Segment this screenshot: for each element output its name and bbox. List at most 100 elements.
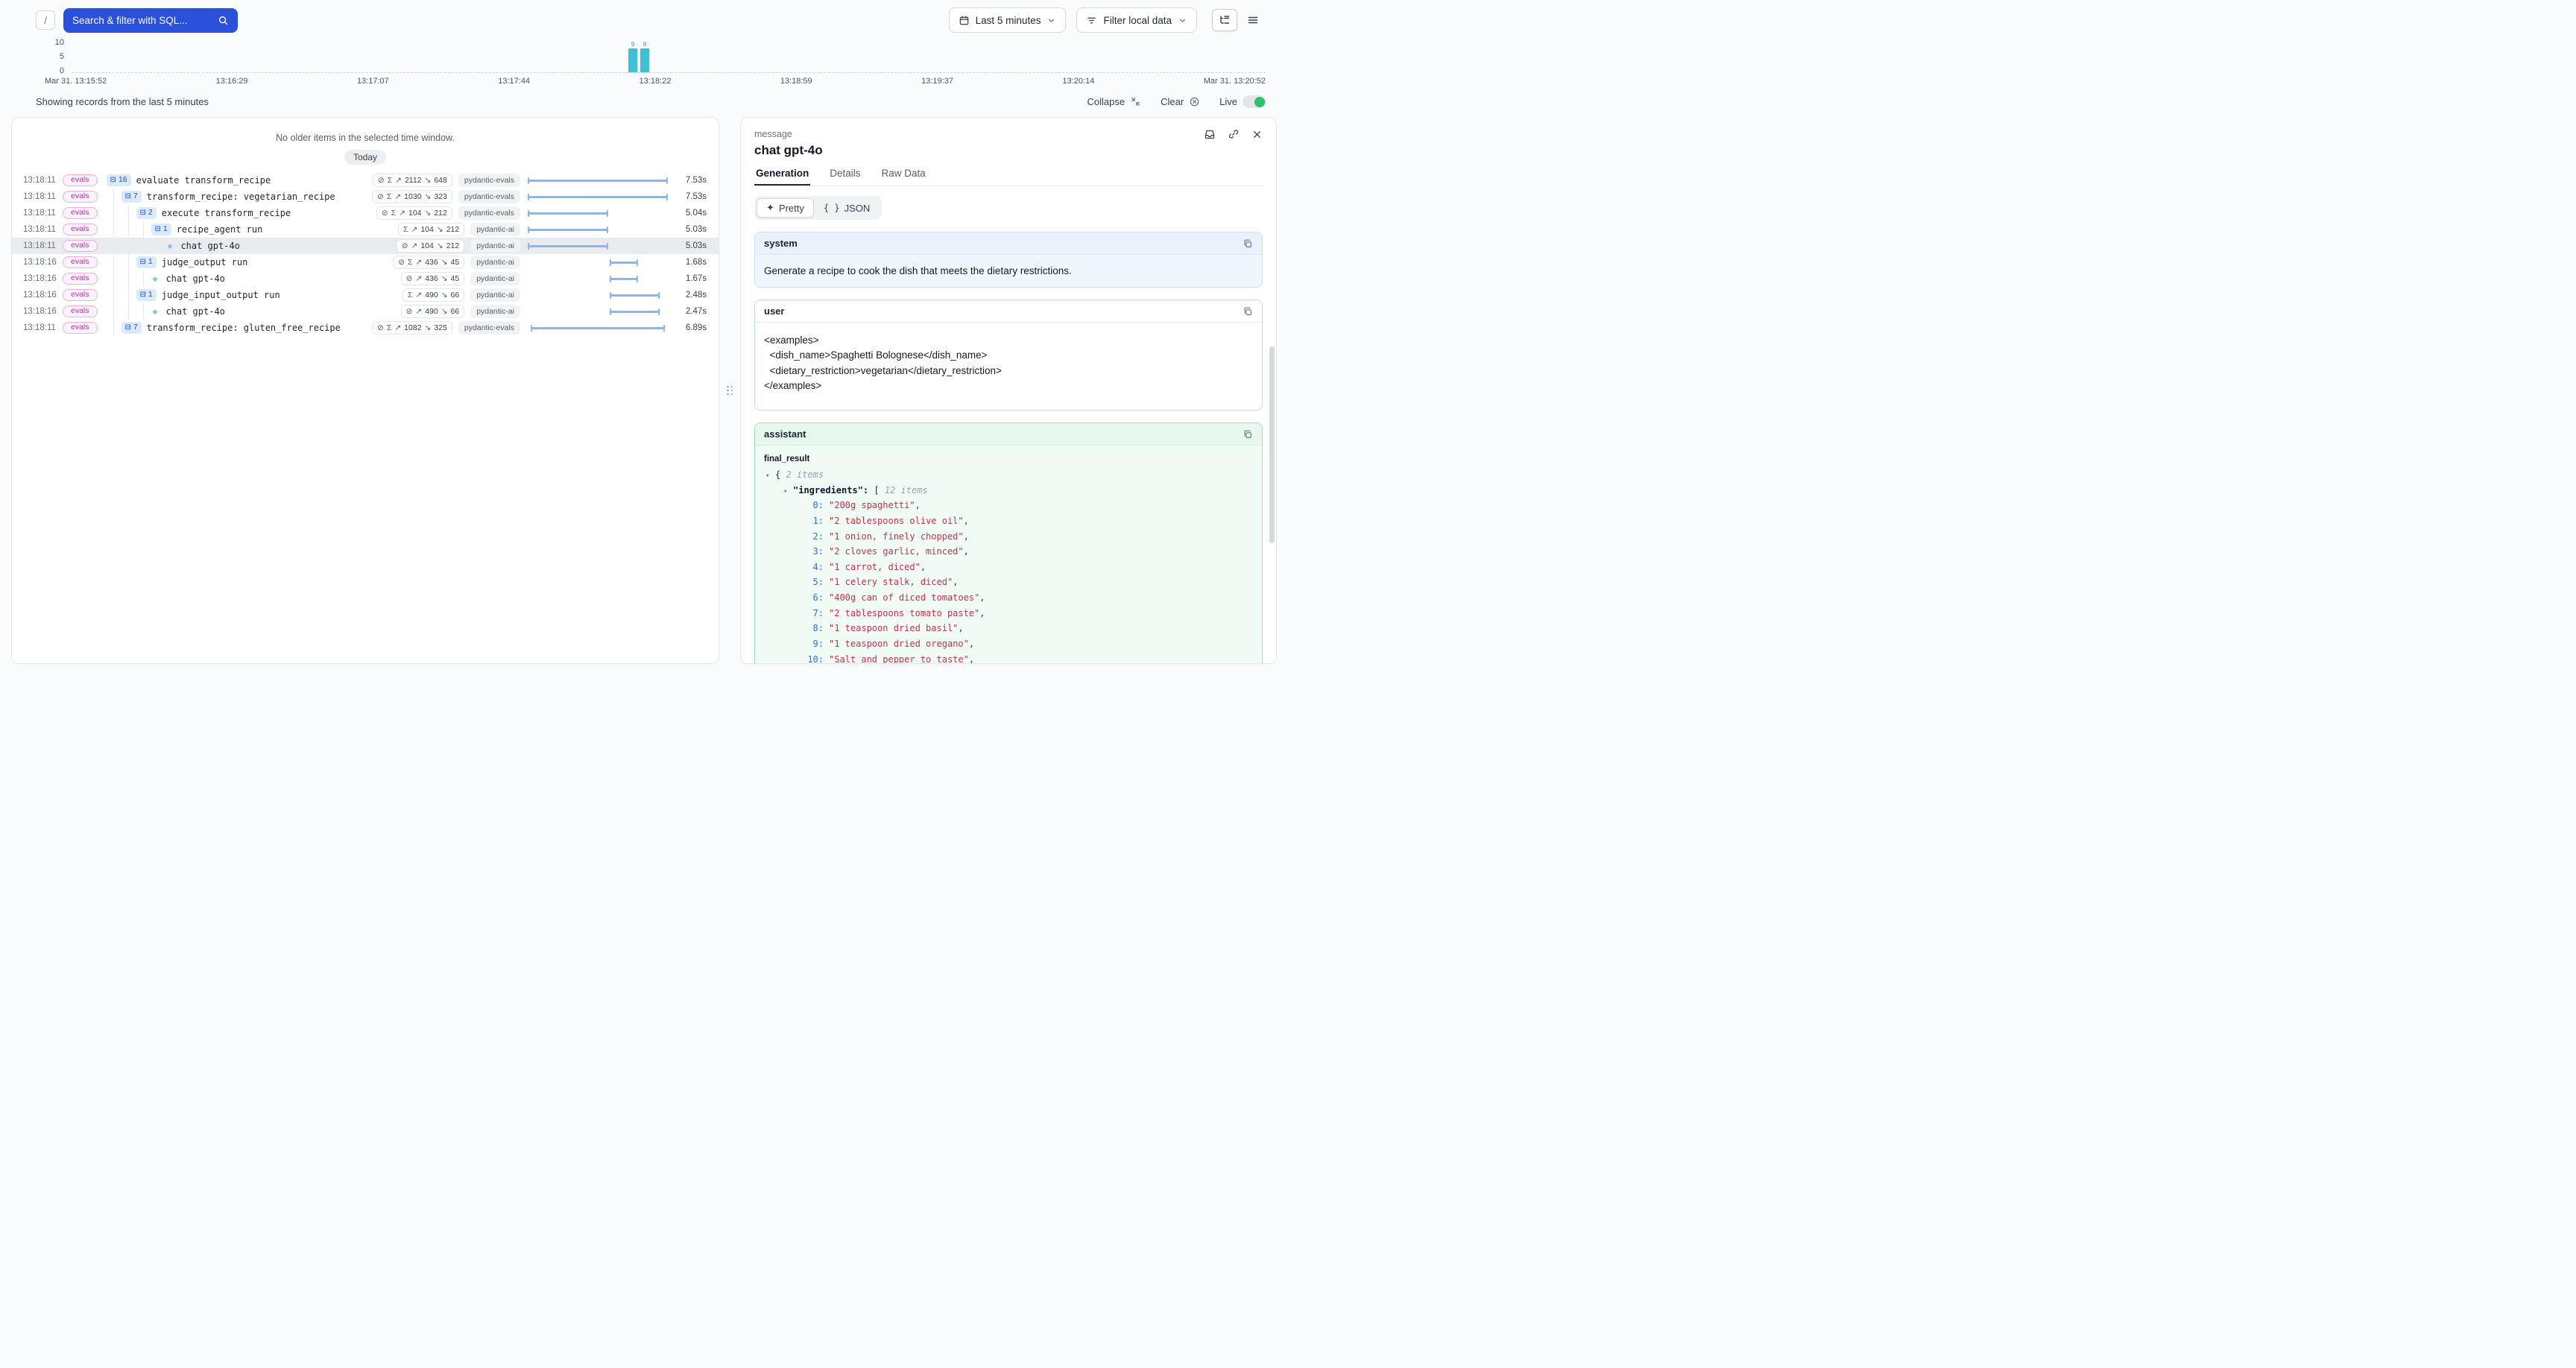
- json-array-item[interactable]: 1:"2 tablespoons olive oil",: [764, 513, 1253, 529]
- copy-button[interactable]: [1243, 238, 1253, 249]
- metrics-chip[interactable]: ⊘Σ↗1082↘325: [372, 321, 452, 335]
- metrics-chip[interactable]: ⊘↗436↘45: [401, 272, 465, 285]
- evals-badge[interactable]: evals: [63, 224, 98, 236]
- filter-icon: [1086, 15, 1097, 26]
- trace-row[interactable]: 13:18:11evals⊟2execute transform_recipe⊘…: [12, 205, 719, 221]
- json-array-item[interactable]: 10:"Salt and pepper to taste",: [764, 652, 1253, 665]
- comma: ,: [953, 577, 958, 587]
- span-count-badge[interactable]: ⊟7: [121, 191, 142, 202]
- metrics-chip[interactable]: Σ↗490↘66: [402, 288, 464, 302]
- json-array-item[interactable]: 5:"1 celery stalk, diced",: [764, 574, 1253, 590]
- resize-grip-handle[interactable]: [727, 386, 733, 396]
- json-array-item[interactable]: 9:"1 teaspoon dried oregano",: [764, 636, 1253, 652]
- metrics-chip[interactable]: ⊘↗104↘212: [397, 239, 465, 253]
- span-count-badge[interactable]: ⊟1: [136, 289, 157, 300]
- json-root-line[interactable]: ▾{ 2 items: [764, 467, 1253, 483]
- live-toggle-button[interactable]: Live: [1219, 95, 1266, 108]
- tab-raw-data[interactable]: Raw Data: [880, 168, 927, 186]
- row-timestamp: 13:18:11: [12, 192, 55, 201]
- evals-badge[interactable]: evals: [63, 240, 98, 253]
- keyboard-shortcut-button[interactable]: /: [36, 10, 55, 30]
- scrollbar-thumb[interactable]: [1269, 346, 1275, 543]
- tree-view-button[interactable]: [1212, 9, 1237, 31]
- filter-local-data-dropdown[interactable]: Filter local data: [1076, 7, 1197, 33]
- trace-row[interactable]: 13:18:11evals⊟7transform_recipe: vegetar…: [12, 189, 719, 205]
- x-tick-label: 13:17:07: [357, 77, 389, 86]
- trace-row[interactable]: 13:18:16evals⊟1judge_input_output runΣ↗4…: [12, 287, 719, 303]
- package-tag: pydantic-ai: [470, 239, 520, 253]
- close-details-button[interactable]: [1251, 129, 1263, 140]
- evals-badge[interactable]: evals: [63, 289, 98, 302]
- json-array-item[interactable]: 0:"200g spaghetti",: [764, 498, 1253, 513]
- row-meta: ⊘Σ↗1082↘325pydantic-evals: [372, 321, 520, 335]
- row-tree: ◆chat gpt-4o: [107, 270, 225, 287]
- trace-row[interactable]: 13:18:11evals⊟7transform_recipe: gluten_…: [12, 320, 719, 336]
- duration-bar[interactable]: [528, 229, 608, 231]
- duration-bar[interactable]: [528, 196, 668, 198]
- time-range-dropdown[interactable]: Last 5 minutes: [949, 7, 1067, 33]
- tree-guide-line: [107, 189, 121, 205]
- list-view-button[interactable]: [1240, 9, 1266, 31]
- duration-bar[interactable]: [610, 262, 638, 264]
- evals-badge[interactable]: evals: [63, 305, 98, 318]
- archive-button[interactable]: [1204, 128, 1216, 140]
- json-array-item[interactable]: 8:"1 teaspoon dried basil",: [764, 621, 1253, 636]
- day-separator-pill: Today: [344, 150, 386, 165]
- span-count-badge[interactable]: ⊟16: [107, 174, 131, 186]
- tab-details[interactable]: Details: [828, 168, 862, 186]
- json-key-line[interactable]: ▾"ingredients": [ 12 items: [764, 483, 1253, 498]
- duration-bar[interactable]: [531, 327, 666, 329]
- metrics-chip[interactable]: ⊘Σ↗2112↘648: [373, 174, 452, 187]
- json-array-item[interactable]: 6:"400g can of diced tomatoes",: [764, 590, 1253, 606]
- evals-badge[interactable]: evals: [63, 256, 98, 269]
- span-count-badge[interactable]: ⊟7: [121, 322, 142, 333]
- open-brace: {: [775, 469, 780, 480]
- evals-badge[interactable]: evals: [63, 191, 98, 203]
- duration-bar[interactable]: [610, 278, 638, 280]
- metrics-chip[interactable]: ⊘↗490↘66: [401, 305, 465, 318]
- search-input[interactable]: Search & filter with SQL...: [63, 8, 238, 33]
- copy-link-button[interactable]: [1228, 128, 1240, 140]
- collapse-button[interactable]: Collapse: [1087, 96, 1141, 107]
- pretty-view-button[interactable]: ✦ Pretty: [757, 198, 814, 218]
- metrics-chip[interactable]: Σ↗104↘212: [398, 223, 464, 236]
- json-array-item[interactable]: 4:"1 carrot, diced",: [764, 560, 1253, 575]
- json-array-item[interactable]: 2:"1 onion, finely chopped",: [764, 529, 1253, 545]
- filter-label: Filter local data: [1103, 15, 1172, 26]
- span-count-badge[interactable]: ⊟1: [136, 256, 157, 267]
- clear-button[interactable]: Clear: [1161, 96, 1200, 107]
- trace-row[interactable]: 13:18:16evals⊟1judge_output run⊘Σ↗436↘45…: [12, 254, 719, 270]
- metrics-chip[interactable]: ⊘Σ↗1030↘323: [372, 190, 452, 203]
- evals-badge[interactable]: evals: [63, 207, 98, 220]
- json-array-item[interactable]: 7:"2 tablespoons tomato paste",: [764, 606, 1253, 621]
- trace-row[interactable]: 13:18:16evals◆chat gpt-4o⊘↗436↘45pydanti…: [12, 270, 719, 287]
- tree-guide-line: [136, 270, 151, 287]
- duration-bar[interactable]: [610, 311, 660, 313]
- evals-badge[interactable]: evals: [63, 273, 98, 285]
- json-view-button[interactable]: { } JSON: [814, 198, 880, 218]
- evals-badge[interactable]: evals: [63, 322, 98, 335]
- span-count-badge[interactable]: ⊟2: [136, 207, 157, 218]
- chevron-down-icon: [1046, 16, 1056, 25]
- trace-row[interactable]: 13:18:11evals⊟1recipe_agent runΣ↗104↘212…: [12, 221, 719, 238]
- histogram-bar[interactable]: 8: [640, 42, 649, 72]
- metrics-chip[interactable]: ⊘Σ↗436↘45: [393, 256, 464, 269]
- duration-bar[interactable]: [528, 180, 668, 182]
- evals-badge[interactable]: evals: [63, 174, 98, 187]
- tab-generation[interactable]: Generation: [754, 168, 810, 186]
- duration-bar[interactable]: [528, 245, 608, 247]
- duration-bar[interactable]: [610, 294, 660, 297]
- json-array-item[interactable]: 3:"2 cloves garlic, minced",: [764, 544, 1253, 560]
- trace-row[interactable]: 13:18:11evals⊟16evaluate transform_recip…: [12, 172, 719, 189]
- system-message-card: system Generate a recipe to cook the dis…: [754, 232, 1263, 288]
- user-card-header: user: [755, 300, 1262, 323]
- copy-button[interactable]: [1243, 306, 1253, 317]
- copy-button[interactable]: [1243, 429, 1253, 440]
- pretty-label: Pretty: [779, 203, 804, 214]
- histogram-bar[interactable]: 9: [628, 42, 637, 72]
- trace-row[interactable]: 13:18:11evals◆chat gpt-4o⊘↗104↘212pydant…: [12, 238, 719, 254]
- span-count-badge[interactable]: ⊟1: [151, 224, 171, 235]
- trace-row[interactable]: 13:18:16evals◆chat gpt-4o⊘↗490↘66pydanti…: [12, 303, 719, 320]
- metrics-chip[interactable]: ⊘Σ↗104↘212: [376, 206, 452, 220]
- duration-bar[interactable]: [528, 212, 608, 215]
